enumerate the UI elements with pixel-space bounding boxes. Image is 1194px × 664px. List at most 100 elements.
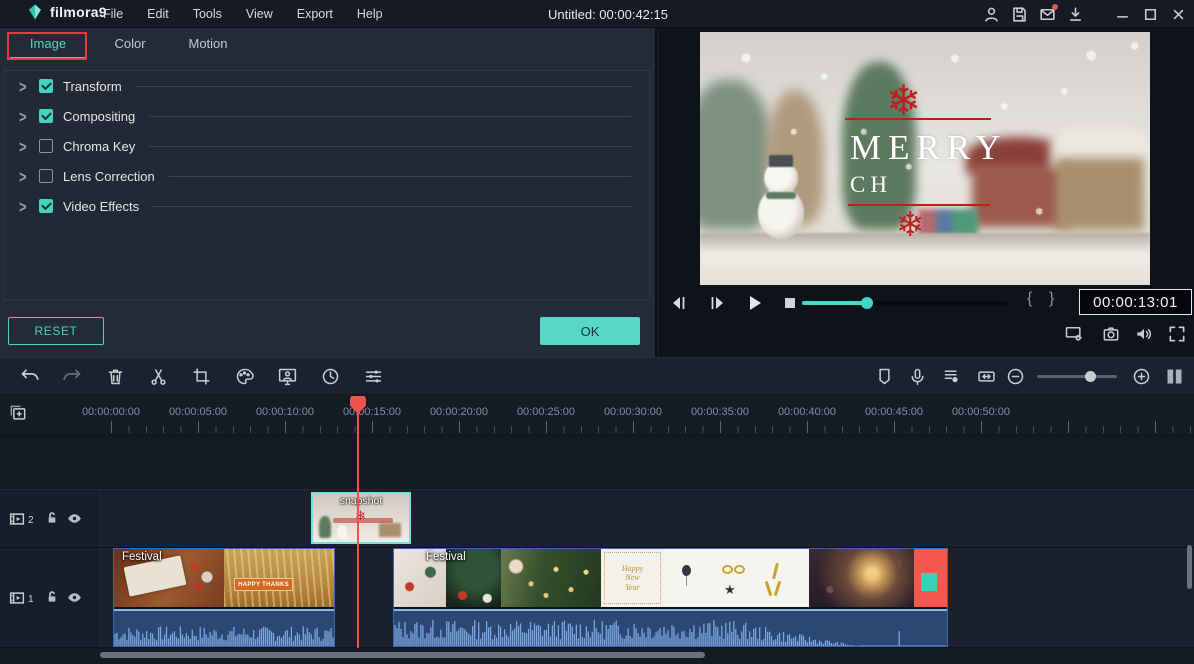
lock-track-icon[interactable] bbox=[44, 510, 60, 526]
preview-toolbar bbox=[659, 320, 1194, 350]
timeline-ruler[interactable]: 00:00:00:0000:00:05:0000:00:10:0000:00:1… bbox=[0, 395, 1194, 436]
reset-button[interactable]: RESET bbox=[8, 317, 104, 345]
menu-file[interactable]: File bbox=[103, 7, 123, 21]
download-icon[interactable] bbox=[1066, 5, 1085, 24]
menu-view[interactable]: View bbox=[246, 7, 273, 21]
snapshot-camera-icon[interactable] bbox=[1101, 324, 1121, 344]
seek-slider[interactable] bbox=[802, 301, 1008, 305]
blurred-house bbox=[1056, 158, 1144, 230]
undo-icon[interactable] bbox=[19, 366, 40, 387]
ruler-timestamp: 00:00:05:00 bbox=[169, 406, 227, 418]
messages-icon[interactable] bbox=[1038, 5, 1057, 24]
seek-progress bbox=[802, 301, 867, 305]
row-divider bbox=[149, 116, 631, 117]
snowflake-icon bbox=[790, 127, 798, 138]
video-preview[interactable]: MERRY CH bbox=[700, 32, 1150, 285]
color-palette-icon[interactable] bbox=[234, 366, 255, 387]
dual-panel-toggle-icon[interactable] bbox=[1164, 366, 1185, 387]
glasses-icon bbox=[734, 565, 745, 574]
clip-audio-waveform bbox=[394, 609, 947, 646]
ruler-timestamp: 00:00:15:00 bbox=[343, 406, 401, 418]
delete-icon[interactable] bbox=[105, 366, 126, 387]
tab-motion[interactable]: Motion bbox=[172, 36, 244, 60]
effect-checkbox[interactable] bbox=[39, 109, 53, 123]
mark-in-button[interactable]: { bbox=[1027, 290, 1032, 308]
ruler-timestamp: 00:00:25:00 bbox=[517, 406, 575, 418]
effect-checkbox[interactable] bbox=[39, 139, 53, 153]
timeline-zoom-slider[interactable] bbox=[1037, 375, 1117, 378]
effect-checkbox[interactable] bbox=[39, 79, 53, 93]
logo-text: filmora9 bbox=[50, 4, 107, 20]
stop-button[interactable] bbox=[778, 291, 802, 315]
volume-icon[interactable] bbox=[1134, 324, 1154, 344]
red-snowflake-icon bbox=[886, 80, 921, 122]
tab-color[interactable]: Color bbox=[95, 36, 165, 60]
save-project-icon[interactable] bbox=[1010, 5, 1029, 24]
panel-tabs: Image Color Motion bbox=[0, 28, 657, 66]
close-button[interactable] bbox=[1169, 5, 1188, 24]
maximize-button[interactable] bbox=[1141, 5, 1160, 24]
horizontal-scrollbar[interactable] bbox=[100, 652, 705, 658]
play-button[interactable] bbox=[742, 291, 766, 315]
minimize-button[interactable] bbox=[1113, 5, 1132, 24]
timeline-zoom-knob[interactable] bbox=[1085, 371, 1096, 382]
manage-tracks-icon[interactable] bbox=[8, 403, 28, 423]
mark-out-button[interactable]: } bbox=[1049, 290, 1054, 308]
expand-chevron-icon[interactable]: > bbox=[19, 136, 33, 156]
notification-dot bbox=[1052, 4, 1058, 10]
clip-label: Festival bbox=[122, 551, 162, 563]
menu-edit[interactable]: Edit bbox=[147, 7, 169, 21]
marker-icon[interactable] bbox=[874, 366, 895, 387]
fullscreen-icon[interactable] bbox=[1167, 324, 1187, 344]
previous-frame-button[interactable] bbox=[667, 291, 691, 315]
adjust-sliders-icon[interactable] bbox=[363, 366, 384, 387]
ruler-timestamp: 00:00:45:00 bbox=[865, 406, 923, 418]
account-icon[interactable] bbox=[982, 5, 1001, 24]
audio-mixer-icon[interactable] bbox=[941, 366, 962, 387]
next-frame-button[interactable] bbox=[705, 291, 729, 315]
video-clip-festival-1[interactable]: Festival HAPPY THANKS bbox=[113, 548, 335, 647]
speed-duration-icon[interactable] bbox=[320, 366, 341, 387]
toolbar bbox=[0, 357, 1194, 395]
app-logo: filmora9 bbox=[26, 3, 107, 21]
split-scissors-icon[interactable] bbox=[148, 366, 169, 387]
zoom-to-fit-icon[interactable] bbox=[976, 366, 997, 387]
effect-row-transform: >Transform bbox=[5, 71, 649, 101]
effect-checkbox[interactable] bbox=[39, 199, 53, 213]
toggle-visibility-icon[interactable] bbox=[66, 510, 83, 527]
menu-help[interactable]: Help bbox=[357, 7, 383, 21]
ruler-timestamp: 00:00:30:00 bbox=[604, 406, 662, 418]
expand-chevron-icon[interactable]: > bbox=[19, 166, 33, 186]
snowflake-icon bbox=[1035, 207, 1043, 218]
seek-knob[interactable] bbox=[861, 297, 873, 309]
empty-track-space bbox=[0, 436, 1194, 490]
tab-image[interactable]: Image bbox=[10, 36, 86, 60]
vertical-scrollbar[interactable] bbox=[1187, 545, 1192, 589]
record-voiceover-icon[interactable] bbox=[907, 366, 928, 387]
snowflake-icon bbox=[1060, 87, 1068, 98]
display-settings-icon[interactable] bbox=[1064, 324, 1084, 344]
expand-chevron-icon[interactable]: > bbox=[19, 76, 33, 96]
effect-row-video-effects: > Video Effects bbox=[5, 191, 649, 221]
ok-button[interactable]: OK bbox=[540, 317, 640, 345]
expand-chevron-icon[interactable]: > bbox=[19, 196, 33, 216]
menu-export[interactable]: Export bbox=[297, 7, 333, 21]
crop-icon[interactable] bbox=[191, 366, 212, 387]
menu-tools[interactable]: Tools bbox=[193, 7, 222, 21]
party-icons-segment bbox=[664, 549, 809, 607]
lock-track-icon[interactable] bbox=[44, 589, 60, 605]
expand-chevron-icon[interactable]: > bbox=[19, 106, 33, 126]
effect-label: Video Effects bbox=[63, 199, 139, 214]
snapshot-clip-label: snapshot bbox=[313, 495, 409, 507]
toggle-visibility-icon[interactable] bbox=[66, 589, 83, 606]
overlay-subtitle-text: CH bbox=[850, 172, 892, 198]
redo-icon[interactable] bbox=[62, 366, 83, 387]
effect-label: Chroma Key bbox=[63, 139, 135, 154]
motion-tracking-icon[interactable] bbox=[277, 366, 298, 387]
snapshot-clip[interactable]: snapshot bbox=[311, 492, 411, 544]
video-clip-festival-2[interactable]: HappyNewYear Festival bbox=[393, 548, 948, 647]
effect-checkbox[interactable] bbox=[39, 169, 53, 183]
zoom-in-icon[interactable] bbox=[1131, 366, 1152, 387]
zoom-out-icon[interactable] bbox=[1005, 366, 1026, 387]
snowman bbox=[752, 129, 810, 239]
